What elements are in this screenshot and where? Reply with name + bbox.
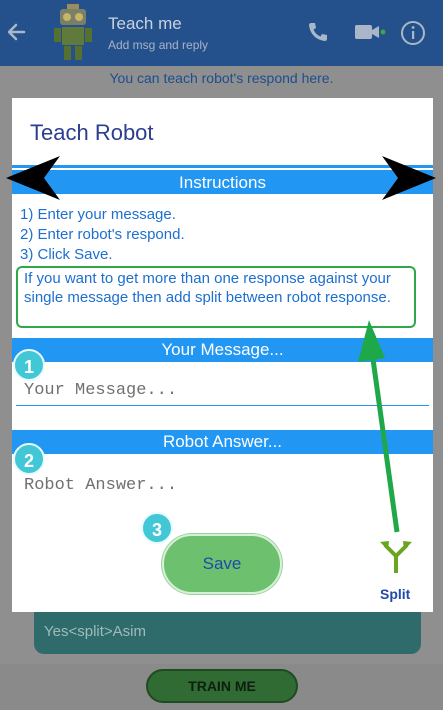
green-pointer-arrow-icon <box>358 320 400 533</box>
info-icon[interactable] <box>400 20 426 46</box>
instruction-steps: 1) Enter your message. 2) Enter robot's … <box>20 205 185 265</box>
background-message-bubble: Yes<split>Asim <box>34 610 421 654</box>
right-pointer-arrow-icon <box>382 156 436 200</box>
teach-hint-text: You can teach robot's respond here. <box>0 66 443 90</box>
split-label[interactable]: Split <box>380 586 410 602</box>
train-me-button[interactable]: TRAIN ME <box>146 669 298 703</box>
instruction-step: 3) Click Save. <box>20 246 113 263</box>
instruction-step: 2) Enter robot's respond. <box>20 226 185 243</box>
video-icon[interactable] <box>354 20 386 44</box>
robot-avatar <box>54 4 92 60</box>
step-badge-1: 1 <box>13 349 45 381</box>
phone-icon[interactable] <box>306 20 330 44</box>
step-badge-2: 2 <box>13 443 45 475</box>
app-bar: Teach me Add msg and reply <box>0 0 443 66</box>
instructions-header: Instructions <box>12 168 433 194</box>
save-button[interactable]: Save <box>162 534 282 594</box>
left-pointer-arrow-icon <box>6 156 60 200</box>
back-arrow-icon[interactable] <box>4 18 28 46</box>
split-icon[interactable] <box>378 538 414 574</box>
dialog-title: Teach Robot <box>30 120 154 145</box>
chat-title: Teach me <box>108 14 182 33</box>
step-badge-3: 3 <box>141 512 173 544</box>
instruction-step: 1) Enter your message. <box>20 206 176 223</box>
chat-subtitle: Add msg and reply <box>108 38 209 52</box>
